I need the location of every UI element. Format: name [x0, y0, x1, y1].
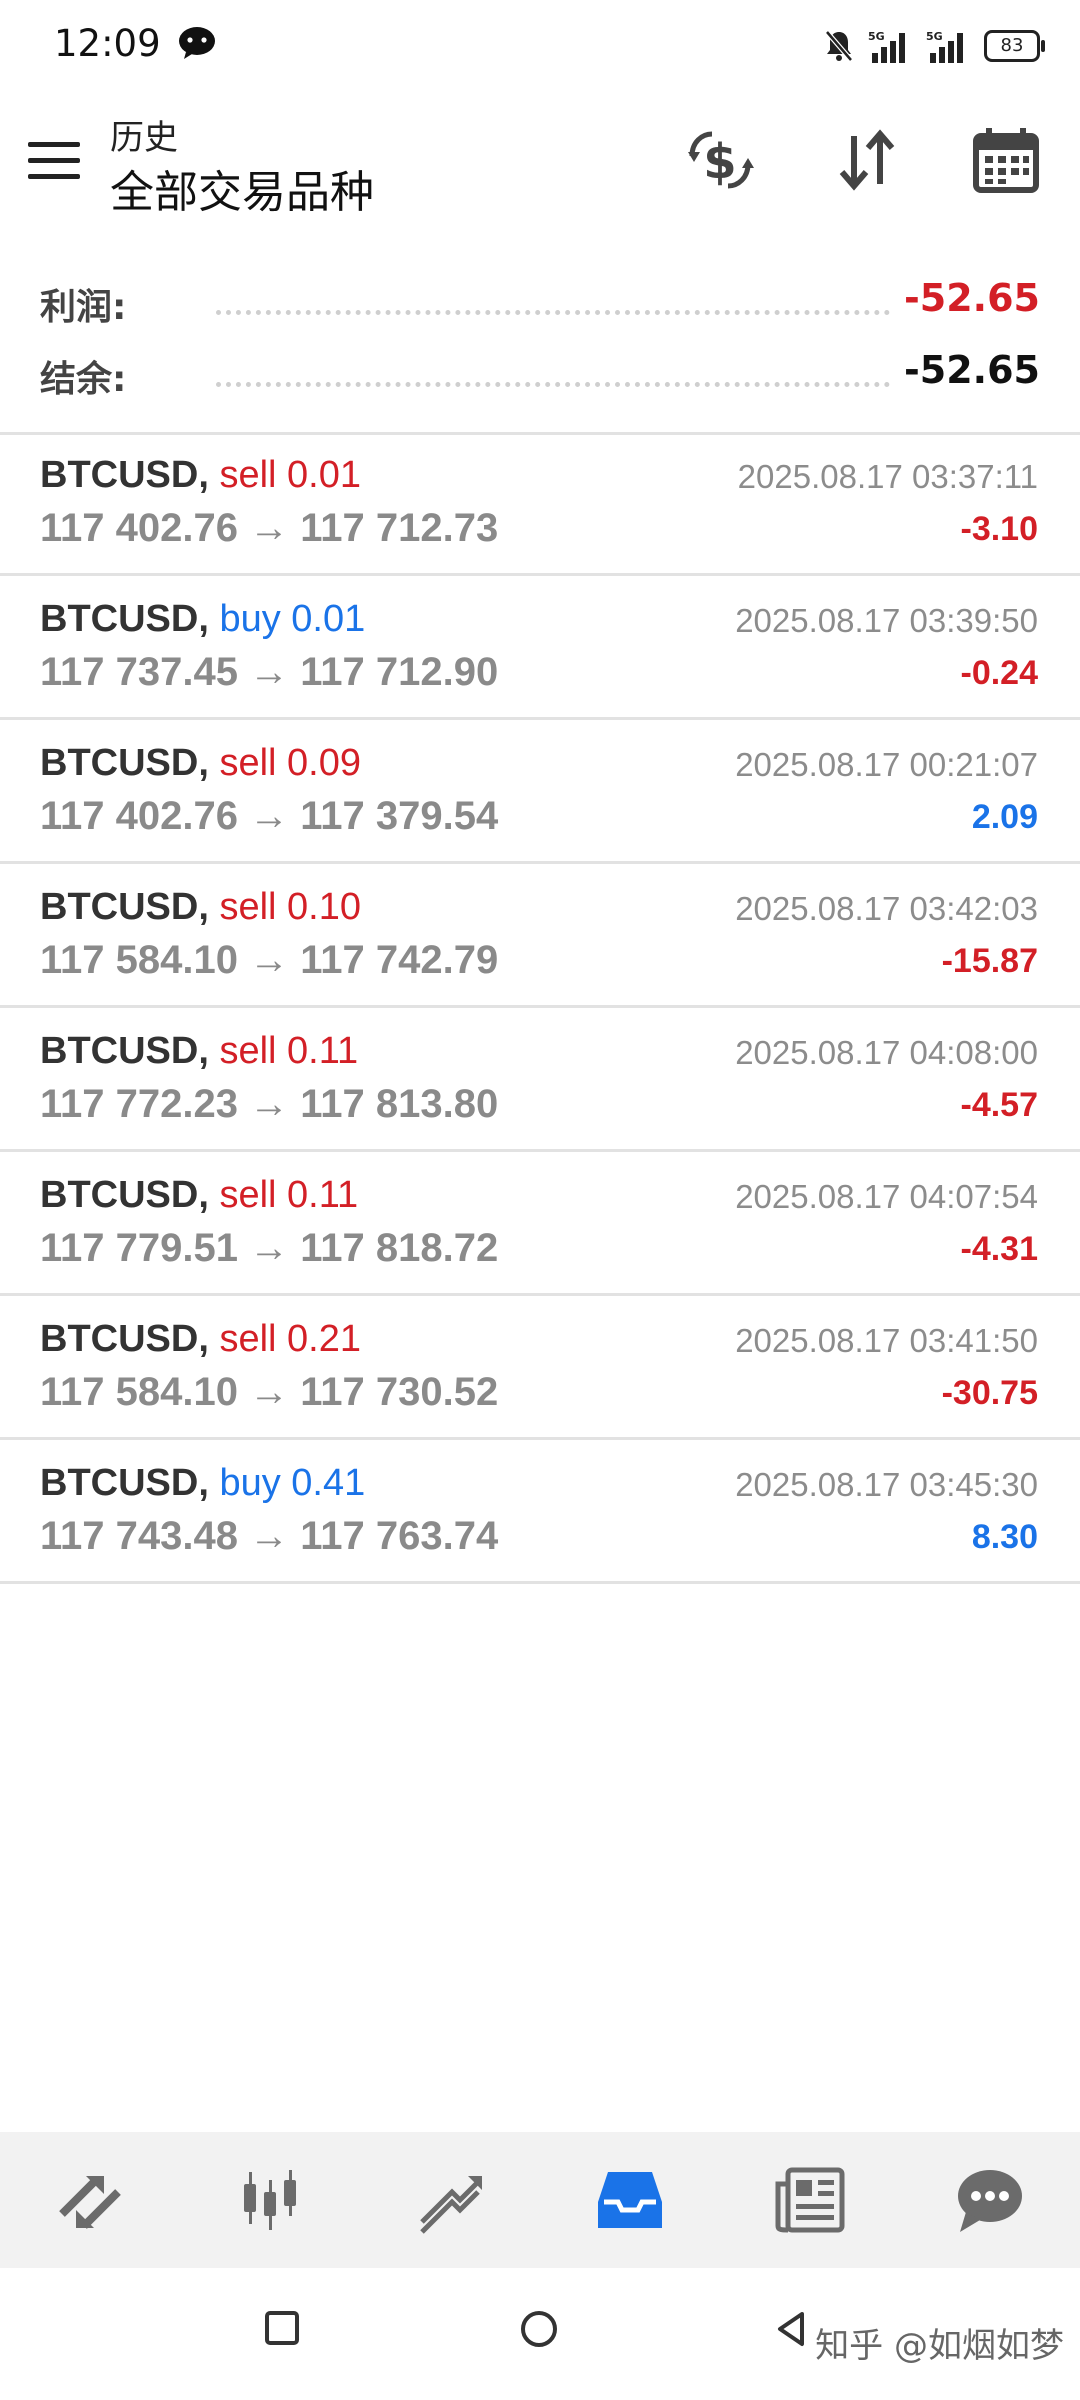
svg-text:$: $ — [703, 134, 736, 190]
trade-prices: 117 779.51 → 117 818.72 — [40, 1226, 499, 1270]
trade-row[interactable]: BTCUSD, sell 0.11 117 772.23 → 117 813.8… — [0, 1008, 1080, 1152]
recent-apps-icon[interactable] — [264, 2310, 300, 2346]
balance-value: -52.65 — [904, 348, 1040, 392]
trade-profit: -30.75 — [941, 1374, 1038, 1412]
trade-time: 2025.08.17 03:39:50 — [735, 602, 1038, 639]
trade-symbol: BTCUSD, — [40, 1174, 209, 1216]
trade-profit: -4.31 — [960, 1230, 1039, 1268]
trade-side: sell 0.11 — [219, 1174, 359, 1216]
status-bar: 12:09 5G 5G 83 — [0, 0, 1080, 92]
status-icons: 5G 5G 83 — [824, 26, 1045, 66]
tab-chart[interactable] — [180, 2132, 360, 2268]
trade-side: sell 0.11 — [219, 1030, 359, 1072]
profit-row: 利润: -52.65 — [40, 270, 1040, 330]
profit-label: 利润: — [40, 287, 127, 328]
trade-profit: -3.10 — [960, 510, 1039, 548]
trade-time: 2025.08.17 03:37:11 — [737, 458, 1038, 495]
profit-value: -52.65 — [904, 276, 1040, 320]
trade-prices: 117 584.10 → 117 742.79 — [40, 938, 499, 982]
trade-symbol: BTCUSD, — [40, 1318, 209, 1360]
trade-row[interactable]: BTCUSD, buy 0.41 117 743.48 → 117 763.74… — [0, 1440, 1080, 1584]
trade-row[interactable]: BTCUSD, sell 0.21 117 584.10 → 117 730.5… — [0, 1296, 1080, 1440]
home-icon[interactable] — [520, 2310, 558, 2348]
trade-prices: 117 772.23 → 117 813.80 — [40, 1082, 499, 1126]
trade-prices: 117 737.45 → 117 712.90 — [40, 650, 499, 694]
trade-profit: 8.30 — [971, 1518, 1038, 1556]
tab-trade[interactable] — [360, 2132, 540, 2268]
trade-time: 2025.08.17 03:45:30 — [735, 1466, 1038, 1503]
trade-symbol: BTCUSD, — [40, 886, 209, 928]
page-subtitle: 历史 — [110, 118, 178, 158]
tab-quotes[interactable] — [0, 2132, 180, 2268]
page-title[interactable]: 全部交易品种 — [110, 156, 374, 220]
trade-icon — [420, 2176, 482, 2234]
app-header: 历史 全部交易品种 $ — [0, 92, 1080, 242]
trade-prices: 117 402.76 → 117 379.54 — [40, 794, 499, 838]
balance-label: 结余: — [40, 359, 127, 400]
trade-time: 2025.08.17 00:21:07 — [735, 746, 1038, 783]
balance-row: 结余: -52.65 — [40, 342, 1040, 402]
tab-messages[interactable] — [900, 2132, 1080, 2268]
trade-side: sell 0.21 — [219, 1318, 361, 1360]
status-time: 12:09 — [54, 22, 161, 65]
mute-icon — [825, 30, 853, 62]
trade-profit: -15.87 — [941, 942, 1038, 980]
summary-panel: 利润: -52.65 结余: -52.65 — [0, 262, 1080, 435]
battery-indicator: 83 — [984, 30, 1045, 62]
calendar-icon[interactable] — [968, 122, 1044, 198]
tab-news[interactable] — [720, 2132, 900, 2268]
trade-side: sell 0.10 — [219, 886, 361, 928]
trade-row[interactable]: BTCUSD, sell 0.09 117 402.76 → 117 379.5… — [0, 720, 1080, 864]
trade-side: sell 0.09 — [219, 742, 361, 784]
trade-symbol: BTCUSD, — [40, 742, 209, 784]
signal-5g-icon: 5G — [868, 30, 905, 63]
trade-list: BTCUSD, sell 0.01 117 402.76 → 117 712.7… — [0, 432, 1080, 1584]
messages-icon — [958, 2170, 1022, 2232]
trade-time: 2025.08.17 03:41:50 — [735, 1322, 1038, 1359]
trade-side: sell 0.01 — [219, 454, 361, 496]
trade-row[interactable]: BTCUSD, sell 0.01 117 402.76 → 117 712.7… — [0, 432, 1080, 576]
trade-symbol: BTCUSD, — [40, 598, 209, 640]
dotted-leader — [216, 382, 890, 387]
trade-row[interactable]: BTCUSD, sell 0.11 117 779.51 → 117 818.7… — [0, 1152, 1080, 1296]
trade-profit: -0.24 — [960, 654, 1039, 692]
trade-symbol: BTCUSD, — [40, 1030, 209, 1072]
trade-symbol: BTCUSD, — [40, 454, 209, 496]
sort-icon[interactable] — [828, 122, 904, 198]
trade-side: buy 0.01 — [219, 598, 366, 640]
back-icon[interactable] — [774, 2310, 808, 2348]
history-icon — [598, 2172, 662, 2228]
trade-profit: 2.09 — [971, 798, 1038, 836]
trade-time: 2025.08.17 04:07:54 — [735, 1178, 1038, 1215]
menu-icon[interactable] — [28, 142, 80, 182]
trade-row[interactable]: BTCUSD, sell 0.10 117 584.10 → 117 742.7… — [0, 864, 1080, 1008]
trade-prices: 117 743.48 → 117 763.74 — [40, 1514, 499, 1558]
chat-notification-icon — [179, 27, 215, 59]
trade-prices: 117 402.76 → 117 712.73 — [40, 506, 499, 550]
svg-text:5G: 5G — [868, 30, 885, 43]
trade-profit: -4.57 — [960, 1086, 1039, 1124]
trade-prices: 117 584.10 → 117 730.52 — [40, 1370, 499, 1414]
dotted-leader — [216, 310, 890, 315]
tab-history[interactable] — [540, 2132, 720, 2268]
trade-symbol: BTCUSD, — [40, 1462, 209, 1504]
chart-icon — [244, 2170, 296, 2230]
quotes-icon — [59, 2176, 121, 2229]
system-navigation-bar: 知乎 @如烟如梦 — [0, 2268, 1080, 2400]
currency-exchange-icon[interactable]: $ — [682, 122, 758, 198]
news-icon — [775, 2167, 845, 2233]
signal-5g-icon: 5G — [926, 30, 963, 63]
trade-row[interactable]: BTCUSD, buy 0.01 117 737.45 → 117 712.90… — [0, 576, 1080, 720]
trade-time: 2025.08.17 04:08:00 — [735, 1034, 1038, 1071]
bottom-tab-bar — [0, 2132, 1080, 2268]
trade-time: 2025.08.17 03:42:03 — [735, 890, 1038, 927]
svg-text:5G: 5G — [926, 30, 943, 43]
watermark: 知乎 @如烟如梦 — [815, 2326, 1064, 2366]
trade-side: buy 0.41 — [219, 1462, 366, 1504]
